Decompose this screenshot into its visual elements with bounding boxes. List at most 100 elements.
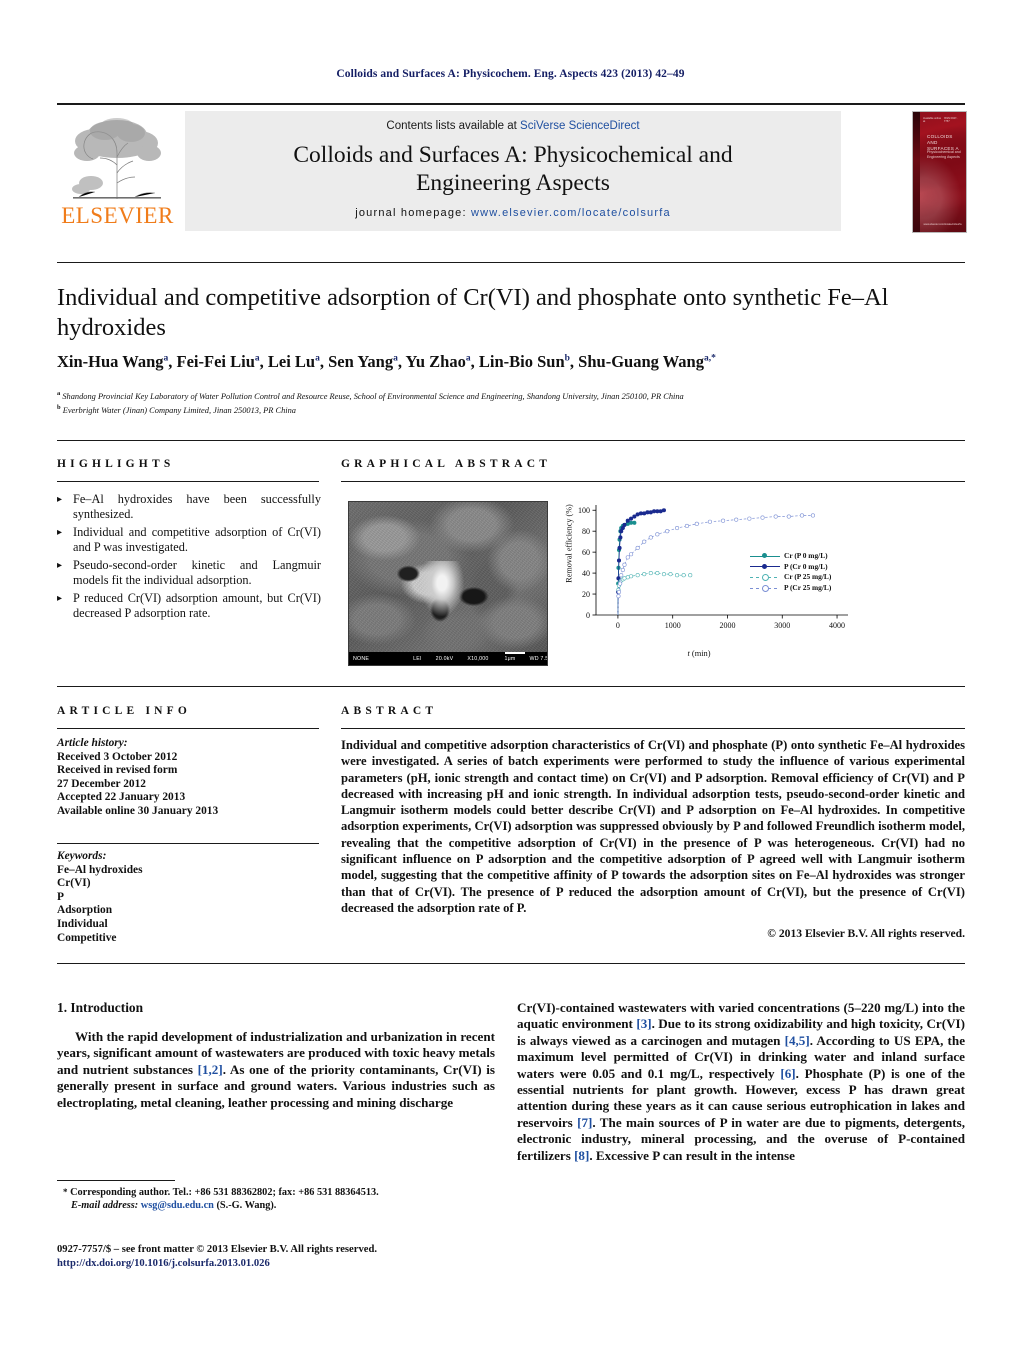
legend-item: Cr (P 0 mg/L) — [750, 551, 831, 562]
keyword-item: Individual — [57, 917, 108, 930]
article-history-label: Article history: — [57, 737, 128, 749]
abstract-band-bottom-divider — [57, 686, 965, 687]
graphical-abstract-content: NONE LEI 20.0kV X10,000 1μm WD 7.5mm Rem… — [341, 493, 965, 673]
list-item: ▸ P reduced Cr(VI) adsorption amount, but… — [57, 591, 321, 621]
email-label: E-mail address: — [71, 1200, 139, 1211]
affiliation-b: b Everbright Water (Jinan) Company Limit… — [57, 404, 296, 416]
journal-homepage-label: journal homepage: — [355, 207, 471, 219]
list-item: ▸ Individual and competitive adsorption o… — [57, 525, 321, 555]
legend-key-icon — [750, 552, 780, 561]
journal-homepage-url[interactable]: www.elsevier.com/locate/colsurfa — [471, 207, 671, 219]
sem-info-detector: LEI — [413, 655, 422, 662]
cover-subtitle: Physicochemical and Engineering Aspects — [927, 150, 962, 160]
elsevier-tree-icon — [72, 118, 161, 199]
keywords-divider — [57, 843, 319, 844]
chart-legend: Cr (P 0 mg/L) P (Cr 0 mg/L) Cr (P 25 mg/… — [750, 551, 831, 593]
sem-bright-particle — [420, 560, 464, 617]
bullet-icon: ▸ — [57, 494, 63, 505]
author-1: Fei-Fei Liua — [176, 352, 260, 371]
elsevier-logo: ELSEVIER — [57, 111, 178, 231]
journal-title-line-1: Colloids and Surfaces A: Physicochemical… — [293, 142, 733, 168]
journal-cover-thumbnail: Available online at ISSN 0927-7757 COLLO… — [912, 111, 967, 233]
journal-article-page: Colloids and Surfaces A: Physicochem. En… — [0, 0, 1021, 1351]
history-online: Available online 30 January 2013 — [57, 804, 219, 817]
cover-top-right: ISSN 0927-7757 — [943, 117, 958, 123]
author-5: Lin-Bio Sunb — [478, 352, 570, 371]
issn-line: 0927-7757/$ – see front matter © 2013 El… — [57, 1244, 377, 1255]
legend-item: P (Cr 25 mg/L) — [750, 583, 831, 594]
keyword-item: Competitive — [57, 931, 117, 944]
keywords-label: Keywords: — [57, 850, 107, 862]
legend-item: P (Cr 0 mg/L) — [750, 562, 831, 573]
sem-micrograph: NONE LEI 20.0kV X10,000 1μm WD 7.5mm — [348, 501, 548, 666]
keyword-item: P — [57, 890, 64, 903]
author-3: Sen Yanga — [328, 352, 398, 371]
citation-link[interactable]: [7] — [577, 1115, 592, 1130]
highlight-text: P reduced Cr(VI) adsorption amount, but … — [73, 590, 321, 620]
email-owner: (S.-G. Wang). — [216, 1200, 277, 1211]
citation-link[interactable]: [8] — [574, 1148, 589, 1163]
sem-info-none: NONE — [353, 655, 370, 662]
legend-label: P (Cr 25 mg/L) — [784, 582, 832, 592]
bullet-icon: ▸ — [57, 559, 63, 571]
cover-subtitle-line-2: Engineering Aspects — [927, 155, 960, 159]
svg-text:0: 0 — [586, 611, 590, 620]
highlights-list: ▸ Fe–Al hydroxides have been successfully… — [57, 492, 321, 624]
cover-subtitle-line-1: Physicochemical and — [927, 150, 961, 154]
chart-x-axis-label: t (min) — [687, 649, 711, 658]
cover-spine — [913, 112, 920, 232]
author-6: Shu-Guang Wanga,* — [578, 352, 716, 371]
email-link[interactable]: wsg@sdu.edu.cn — [141, 1200, 214, 1211]
journal-title-line-2: Engineering Aspects — [416, 170, 610, 196]
scale-bar-icon — [504, 652, 525, 654]
highlight-text: Pseudo-second-order kinetic and Langmuir… — [73, 557, 321, 588]
svg-text:80: 80 — [582, 527, 590, 536]
body-top-divider — [57, 963, 965, 964]
removal-efficiency-chart: Removal efficiency (%) 0 20 40 60 80 100 0 1000… — [554, 499, 958, 667]
section-heading-introduction: 1. Introduction — [57, 1000, 144, 1015]
citation-link[interactable]: [3] — [636, 1016, 651, 1031]
keyword-item: Adsorption — [57, 904, 113, 917]
svg-text:0: 0 — [616, 621, 620, 630]
issn-block: 0927-7757/$ – see front matter © 2013 El… — [57, 1243, 517, 1270]
highlights-divider — [57, 481, 319, 482]
graphical-abstract-divider — [341, 481, 965, 482]
contents-prefix: Contents lists available at — [386, 120, 521, 132]
chart-y-axis-label: Removal efficiency (%) — [564, 504, 574, 583]
abstract-heading: ABSTRACT — [341, 705, 438, 717]
svg-text:3000: 3000 — [774, 621, 790, 630]
abstract-text: Individual and competitive adsorption ch… — [341, 738, 965, 915]
sem-info-working-distance: WD 7.5mm — [529, 655, 547, 662]
sem-info-scale: 1μm — [504, 652, 525, 662]
sem-info-bar: NONE LEI 20.0kV X10,000 1μm WD 7.5mm — [349, 652, 547, 665]
journal-homepage-line: journal homepage: www.elsevier.com/locat… — [185, 207, 841, 219]
svg-text:2000: 2000 — [719, 621, 735, 630]
legend-label: P (Cr 0 mg/L) — [784, 561, 828, 571]
doi-link[interactable]: http://dx.doi.org/10.1016/j.colsurfa.201… — [57, 1257, 517, 1271]
history-accepted: Accepted 22 January 2013 — [57, 791, 186, 804]
keywords-list: Keywords: Fe–Al hydroxides Cr(VI) P Adso… — [57, 850, 319, 945]
abstract-copyright: © 2013 Elsevier B.V. All rights reserved… — [767, 927, 965, 940]
graphical-abstract-heading: GRAPHICAL ABSTRACT — [341, 458, 552, 470]
list-item: ▸ Pseudo-second-order kinetic and Langmui… — [57, 558, 321, 588]
citation-link[interactable]: [6] — [780, 1066, 795, 1081]
sciencedirect-link[interactable]: SciVerse ScienceDirect — [520, 120, 640, 132]
history-received: Received 3 October 2012 — [57, 750, 178, 763]
elsevier-wordmark: ELSEVIER — [61, 203, 174, 228]
title-divider — [57, 262, 965, 263]
legend-item: Cr (P 25 mg/L) — [750, 572, 831, 583]
bullet-icon: ▸ — [57, 592, 63, 604]
legend-key-icon — [750, 573, 780, 582]
legend-label: Cr (P 25 mg/L) — [784, 572, 832, 582]
journal-title: Colloids and Surfaces A: Physicochemical… — [203, 141, 823, 197]
cover-bottom-url: www.elsevier.com/locate/colsurfa — [923, 223, 962, 226]
legend-key-icon — [750, 584, 780, 593]
legend-key-icon — [750, 562, 780, 571]
history-revised-label: Received in revised form — [57, 764, 178, 777]
highlight-text: Individual and competitive adsorption of… — [73, 524, 321, 555]
citation-link[interactable]: [1,2] — [198, 1062, 223, 1077]
svg-text:1000: 1000 — [665, 621, 681, 630]
corresponding-author-note: * Corresponding author. Tel.: +86 531 88… — [57, 1186, 497, 1212]
cover-title-line-1: COLLOIDS AND — [927, 134, 953, 145]
citation-link[interactable]: [4,5] — [785, 1033, 810, 1048]
